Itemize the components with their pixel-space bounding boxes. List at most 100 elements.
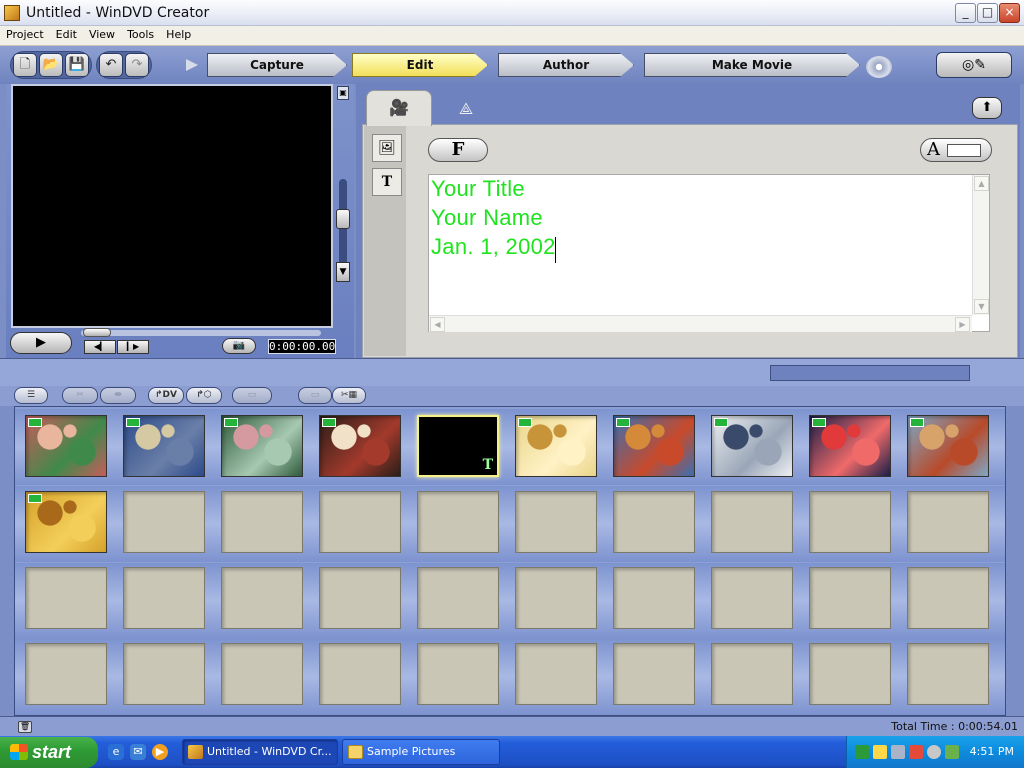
empty-slot[interactable] (515, 491, 597, 553)
empty-slot[interactable] (907, 643, 989, 705)
clip-thumbnail[interactable] (515, 415, 597, 477)
save-project-button[interactable]: 💾 (65, 53, 89, 77)
empty-slot[interactable] (417, 491, 499, 553)
trash-icon[interactable]: 🗑 (18, 721, 32, 733)
empty-slot[interactable] (319, 643, 401, 705)
empty-slot[interactable] (417, 567, 499, 629)
clip-thumbnail[interactable] (221, 415, 303, 477)
empty-slot[interactable] (711, 643, 793, 705)
volume-slider-thumb[interactable] (336, 209, 350, 229)
empty-slot[interactable] (123, 491, 205, 553)
empty-slot[interactable] (221, 491, 303, 553)
empty-slot[interactable] (711, 567, 793, 629)
security-icon[interactable] (909, 745, 923, 759)
scissors-film-button[interactable]: ✂▦ (332, 387, 366, 404)
scrub-bar[interactable] (81, 330, 321, 336)
safely-remove-icon[interactable] (945, 745, 959, 759)
clip-thumbnail[interactable] (25, 415, 107, 477)
empty-slot[interactable] (711, 491, 793, 553)
empty-slot[interactable] (907, 491, 989, 553)
properties-button[interactable]: ▭ (232, 387, 272, 404)
clip-thumbnail[interactable] (613, 415, 695, 477)
maximize-button[interactable]: □ (977, 3, 998, 23)
scroll-right-icon[interactable]: ▶ (955, 317, 970, 332)
cut-button[interactable]: ✂ (62, 387, 98, 404)
empty-slot[interactable] (319, 567, 401, 629)
media-player-icon[interactable]: ▶ (152, 744, 168, 760)
empty-slot[interactable] (613, 643, 695, 705)
internet-explorer-icon[interactable]: e (108, 744, 124, 760)
play-button[interactable]: ▶ (10, 332, 72, 354)
empty-slot[interactable] (123, 643, 205, 705)
side-tab-text[interactable]: T (372, 168, 402, 196)
empty-slot[interactable] (123, 567, 205, 629)
empty-slot[interactable] (809, 643, 891, 705)
empty-slot[interactable] (809, 567, 891, 629)
empty-slot[interactable] (25, 643, 107, 705)
menu-tools[interactable]: Tools (121, 26, 160, 41)
empty-slot[interactable] (515, 567, 597, 629)
menu-project[interactable]: Project (0, 26, 50, 41)
storyboard-view-button[interactable]: ☰ (14, 387, 48, 404)
new-project-button[interactable]: 🗋 (13, 53, 37, 77)
close-button[interactable]: × (999, 3, 1020, 23)
minimize-button[interactable]: _ (955, 3, 976, 23)
step-make-movie[interactable]: Make Movie (644, 53, 860, 77)
trim-button[interactable]: ▭ (298, 387, 332, 404)
step-capture[interactable]: Capture (207, 53, 347, 77)
clip-thumbnail-selected[interactable]: T (417, 415, 499, 477)
font-button[interactable]: F (428, 138, 488, 162)
menu-help[interactable]: Help (160, 26, 197, 41)
scrub-thumb[interactable] (83, 328, 111, 337)
clip-thumbnail[interactable] (123, 415, 205, 477)
split-button[interactable]: ⇹ (100, 387, 136, 404)
empty-slot[interactable] (809, 491, 891, 553)
side-tab-image[interactable]: 🖼 (372, 134, 402, 162)
empty-slot[interactable] (515, 643, 597, 705)
preview-size-button[interactable]: ▣ (337, 86, 349, 100)
tab-effects[interactable]: ⟁ (446, 96, 486, 124)
undo-button[interactable]: ↶ (99, 53, 123, 77)
tab-video[interactable]: 🎥 (366, 90, 432, 126)
title-bar[interactable]: Untitled - WinDVD Creator _ □ × (0, 0, 1024, 26)
up-button[interactable]: ⬆ (972, 97, 1002, 119)
network-icon[interactable] (855, 745, 869, 759)
snapshot-button[interactable]: 📷 (222, 338, 256, 354)
task-windvd[interactable]: Untitled - WinDVD Cr... (182, 739, 338, 765)
horizontal-scrollbar[interactable]: ◀ ▶ (429, 315, 972, 332)
volume-down-button[interactable]: ▼ (336, 262, 350, 282)
export-clip-button[interactable]: ↱⬡ (186, 387, 222, 404)
vmware-icon[interactable] (891, 745, 905, 759)
clip-thumbnail[interactable] (25, 491, 107, 553)
title-text-editor[interactable]: Your Title Your Name Jan. 1, 2002 ▲ ▼ ◀ … (428, 174, 990, 332)
scroll-left-icon[interactable]: ◀ (430, 317, 445, 332)
clip-thumbnail[interactable] (319, 415, 401, 477)
outlook-express-icon[interactable]: ✉ (130, 744, 146, 760)
menu-view[interactable]: View (83, 26, 121, 41)
scroll-down-icon[interactable]: ▼ (974, 299, 989, 314)
text-color-button[interactable]: A (920, 138, 992, 162)
empty-slot[interactable] (417, 643, 499, 705)
step-author[interactable]: Author (498, 53, 634, 77)
scroll-up-icon[interactable]: ▲ (974, 176, 989, 191)
redo-button[interactable]: ↷ (125, 53, 149, 77)
empty-slot[interactable] (613, 491, 695, 553)
volume-icon[interactable] (927, 745, 941, 759)
clip-thumbnail[interactable] (809, 415, 891, 477)
sync-icon[interactable] (873, 745, 887, 759)
step-back-button[interactable]: ◀▎ (84, 340, 116, 354)
step-forward-button[interactable]: ▎▶ (117, 340, 149, 354)
empty-slot[interactable] (25, 567, 107, 629)
clip-thumbnail[interactable] (907, 415, 989, 477)
empty-slot[interactable] (221, 567, 303, 629)
export-dv-button[interactable]: ↱DV (148, 387, 184, 404)
empty-slot[interactable] (613, 567, 695, 629)
step-edit[interactable]: Edit (352, 53, 488, 77)
settings-button[interactable]: ◎✎ (936, 52, 1012, 78)
task-sample-pictures[interactable]: Sample Pictures (342, 739, 500, 765)
empty-slot[interactable] (319, 491, 401, 553)
open-project-button[interactable]: 📂 (39, 53, 63, 77)
empty-slot[interactable] (907, 567, 989, 629)
empty-slot[interactable] (221, 643, 303, 705)
menu-edit[interactable]: Edit (50, 26, 83, 41)
